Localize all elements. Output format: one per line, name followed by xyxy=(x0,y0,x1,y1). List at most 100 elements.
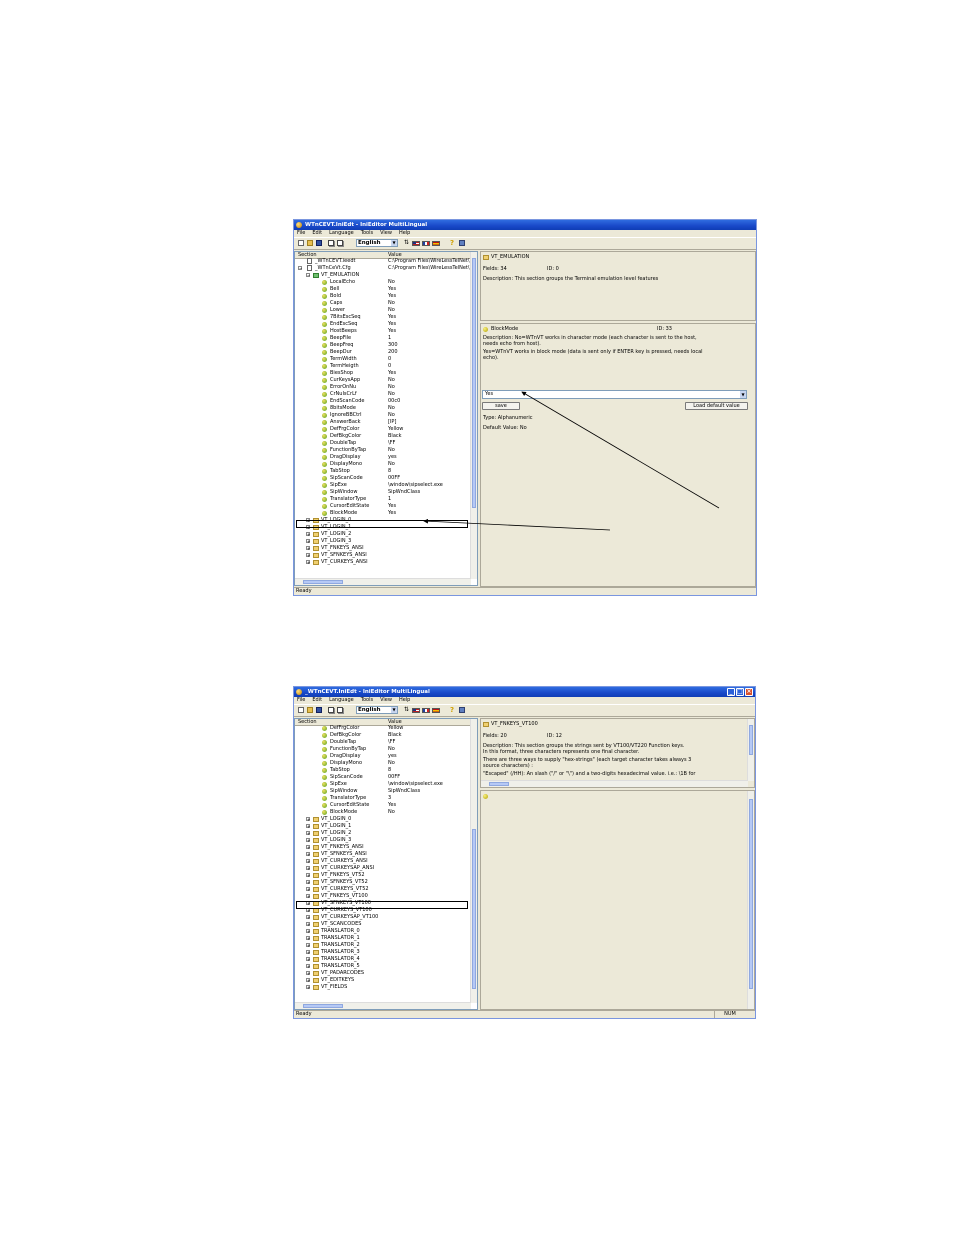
expand-icon[interactable]: + xyxy=(306,824,310,829)
expand-icon[interactable]: + xyxy=(306,817,310,822)
expand-icon[interactable]: + xyxy=(306,852,310,857)
tree-vertical-scrollbar[interactable] xyxy=(470,719,477,1003)
expand-icon[interactable]: + xyxy=(306,845,310,850)
expand-icon[interactable]: + xyxy=(306,971,310,976)
key-icon xyxy=(322,782,327,787)
row-label: TRANSLATOR_1 xyxy=(321,935,360,941)
expand-icon[interactable]: + xyxy=(306,866,310,871)
arrow-to-blockmode-row xyxy=(423,518,611,531)
row-label: TRANSLATOR_4 xyxy=(321,956,360,962)
expand-icon[interactable]: + xyxy=(306,859,310,864)
row-label: VT_FNKEYS_ANSI xyxy=(321,844,364,850)
open-folder-icon[interactable] xyxy=(307,707,313,713)
row-label: VT_SFNKEYS_ANSI xyxy=(321,851,367,857)
expand-icon[interactable]: + xyxy=(306,964,310,969)
folder-icon xyxy=(313,922,319,927)
row-label: DefFrgColor xyxy=(330,725,360,731)
menu-bar: File Edit Language Tools View Help xyxy=(294,697,755,704)
france-flag-icon[interactable] xyxy=(422,708,430,713)
row-value: Yellow xyxy=(388,725,404,731)
title-bar: _WTnCEVT.IniEdt - IniEditor MultiLingual… xyxy=(294,687,755,697)
row-value: No xyxy=(388,760,395,766)
paste-icon[interactable] xyxy=(337,707,343,713)
row-label: VT_CURKEYS_VT52 xyxy=(321,886,369,892)
folder-icon xyxy=(313,845,319,850)
expand-icon[interactable]: + xyxy=(306,838,310,843)
scroll-thumb[interactable] xyxy=(749,725,753,755)
expand-icon[interactable]: + xyxy=(306,957,310,962)
expand-icon[interactable]: + xyxy=(306,887,310,892)
close-icon[interactable]: × xyxy=(745,688,753,696)
scroll-thumb[interactable] xyxy=(749,799,753,989)
info-vertical-scrollbar[interactable] xyxy=(747,719,754,781)
expand-icon[interactable]: + xyxy=(306,831,310,836)
maximize-icon[interactable]: □ xyxy=(736,688,744,696)
folder-icon xyxy=(313,866,319,871)
expand-icon[interactable]: + xyxy=(306,894,310,899)
exit-icon[interactable] xyxy=(459,707,465,713)
row-label: DefBkgColor xyxy=(330,732,362,738)
tree-horizontal-scrollbar[interactable] xyxy=(295,1002,471,1009)
key-icon xyxy=(322,754,327,759)
folder-icon xyxy=(313,831,319,836)
row-value: \FF xyxy=(388,739,396,745)
language-select[interactable]: English ▼ xyxy=(356,706,398,714)
spain-flag-icon[interactable] xyxy=(432,708,440,713)
expand-icon[interactable]: + xyxy=(306,929,310,934)
menu-tools[interactable]: Tools xyxy=(361,697,373,703)
row-value: 00FF xyxy=(388,774,401,780)
row-value: SipWndClass xyxy=(388,788,421,794)
row-label: TranslatorType xyxy=(330,795,367,801)
minimize-icon[interactable]: _ xyxy=(727,688,735,696)
row-label: TRANSLATOR_0 xyxy=(321,928,360,934)
tree-pane[interactable]: Section Value DefFrgColor Yellow DefBkgCol… xyxy=(294,718,478,1010)
key-icon xyxy=(322,796,327,801)
key-info-vertical-scrollbar[interactable] xyxy=(747,791,754,1009)
folder-icon xyxy=(313,943,319,948)
key-icon xyxy=(322,789,327,794)
expand-icon[interactable]: + xyxy=(306,922,310,927)
new-file-icon[interactable] xyxy=(298,707,304,713)
menu-language[interactable]: Language xyxy=(329,697,354,703)
us-flag-icon[interactable] xyxy=(412,708,420,713)
info-horizontal-scrollbar[interactable] xyxy=(481,780,748,787)
toolbar: English ▼ ⇅ ? xyxy=(294,704,755,717)
copy-icon[interactable] xyxy=(328,707,334,713)
row-label: VT_FNKEYS_VT52 xyxy=(321,872,365,878)
row-label: DragDisplay xyxy=(330,753,361,759)
row-value: No xyxy=(388,746,395,752)
menu-edit[interactable]: Edit xyxy=(312,697,322,703)
scroll-thumb[interactable] xyxy=(303,1004,343,1008)
menu-file[interactable]: File xyxy=(297,697,305,703)
row-label: VT_CURKEYSAP_VT100 xyxy=(321,914,379,920)
row-label: SipExe xyxy=(330,781,347,787)
expand-icon[interactable]: + xyxy=(306,873,310,878)
expand-icon[interactable]: + xyxy=(306,978,310,983)
save-icon[interactable] xyxy=(316,707,322,713)
help-icon[interactable]: ? xyxy=(450,707,456,714)
expand-icon[interactable]: + xyxy=(306,950,310,955)
row-label: DisplayMono xyxy=(330,760,363,766)
expand-icon[interactable]: + xyxy=(306,943,310,948)
key-icon xyxy=(322,775,327,780)
language-value: English xyxy=(358,707,381,713)
section-description-line: source characters) : xyxy=(483,763,533,769)
sort-icon[interactable]: ⇅ xyxy=(404,707,410,713)
scroll-thumb[interactable] xyxy=(472,829,476,989)
key-icon xyxy=(483,794,488,799)
window-controls: _ □ × xyxy=(727,688,753,696)
row-label: VT_PADARCODES xyxy=(321,970,365,976)
expand-icon[interactable]: + xyxy=(306,985,310,990)
menu-help[interactable]: Help xyxy=(399,697,410,703)
menu-view[interactable]: View xyxy=(380,697,392,703)
folder-icon xyxy=(313,957,319,962)
section-column-header[interactable]: Section xyxy=(298,719,317,725)
expand-icon[interactable]: + xyxy=(306,915,310,920)
expand-icon[interactable]: + xyxy=(306,936,310,941)
section-description-line: "Escaped" (/HH): An slash ("/" or "\") a… xyxy=(483,771,696,777)
scroll-thumb[interactable] xyxy=(489,782,509,786)
folder-icon xyxy=(313,887,319,892)
chevron-down-icon[interactable]: ▼ xyxy=(391,707,397,713)
row-label: VT_FIELDS xyxy=(321,984,348,990)
expand-icon[interactable]: + xyxy=(306,880,310,885)
